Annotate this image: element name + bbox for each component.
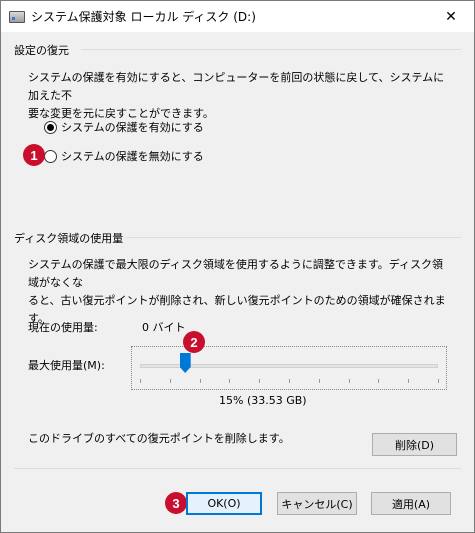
- title-bar: システム保護対象 ローカル ディスク (D:) ✕: [1, 1, 474, 32]
- max-usage-slider[interactable]: [131, 346, 447, 390]
- enable-protection-label: システムの保護を有効にする: [61, 121, 204, 134]
- current-usage-value: 0 バイト: [142, 321, 186, 334]
- slider-tick: [289, 379, 290, 383]
- enable-protection-option[interactable]: システムの保護を有効にする: [44, 119, 204, 135]
- restore-description-line-1: システムの保護を有効にすると、コンピューターを前回の状態に戻して、システムに加え…: [28, 71, 445, 102]
- cancel-button[interactable]: キャンセル(C): [277, 492, 357, 515]
- delete-description: このドライブのすべての復元ポイントを削除します。: [28, 432, 290, 445]
- usage-description: システムの保護で最大限のディスク領域を使用するように調整できます。ディスク領域が…: [28, 256, 453, 328]
- slider-tick: [349, 379, 350, 383]
- close-button[interactable]: ✕: [428, 1, 474, 32]
- disable-protection-radio[interactable]: [44, 149, 57, 163]
- usage-description-line-1: システムの保護で最大限のディスク領域を使用するように調整できます。ディスク領域が…: [28, 258, 444, 289]
- enable-protection-radio[interactable]: [44, 120, 57, 134]
- ok-button[interactable]: OK(O): [186, 492, 262, 515]
- max-usage-label: 最大使用量(M):: [28, 359, 105, 372]
- footer-divider: [14, 468, 461, 469]
- disable-protection-label: システムの保護を無効にする: [61, 150, 204, 163]
- slider-tick: [408, 379, 409, 383]
- delete-button[interactable]: 削除(D): [372, 433, 457, 456]
- step-badge-1: 1: [23, 144, 45, 166]
- slider-tick: [378, 379, 379, 383]
- system-protection-dialog: システム保護対象 ローカル ディスク (D:) ✕ 設定の復元 システムの保護を…: [0, 0, 475, 533]
- disk-usage-heading: ディスク領域の使用量: [14, 232, 124, 245]
- slider-tick: [229, 379, 230, 383]
- restore-description: システムの保護を有効にすると、コンピューターを前回の状態に戻して、システムに加え…: [28, 69, 453, 123]
- apply-button[interactable]: 適用(A): [371, 492, 451, 515]
- slider-tick: [438, 379, 439, 383]
- slider-tick: [170, 379, 171, 383]
- slider-tick: [259, 379, 260, 383]
- slider-tick: [200, 379, 201, 383]
- section-divider: [81, 49, 461, 50]
- section-divider: [126, 237, 461, 238]
- step-badge-3: 3: [165, 492, 187, 514]
- disable-protection-option[interactable]: システムの保護を無効にする: [44, 148, 204, 164]
- max-usage-value: 15% (33.53 GB): [219, 394, 307, 407]
- slider-tick: [319, 379, 320, 383]
- slider-thumb[interactable]: [179, 353, 191, 373]
- step-badge-2: 2: [183, 331, 205, 353]
- window-title: システム保護対象 ローカル ディスク (D:): [31, 10, 256, 24]
- current-usage-label: 現在の使用量:: [28, 321, 98, 334]
- slider-tick: [140, 379, 141, 383]
- restore-settings-heading: 設定の復元: [14, 44, 69, 57]
- drive-icon: [9, 10, 25, 23]
